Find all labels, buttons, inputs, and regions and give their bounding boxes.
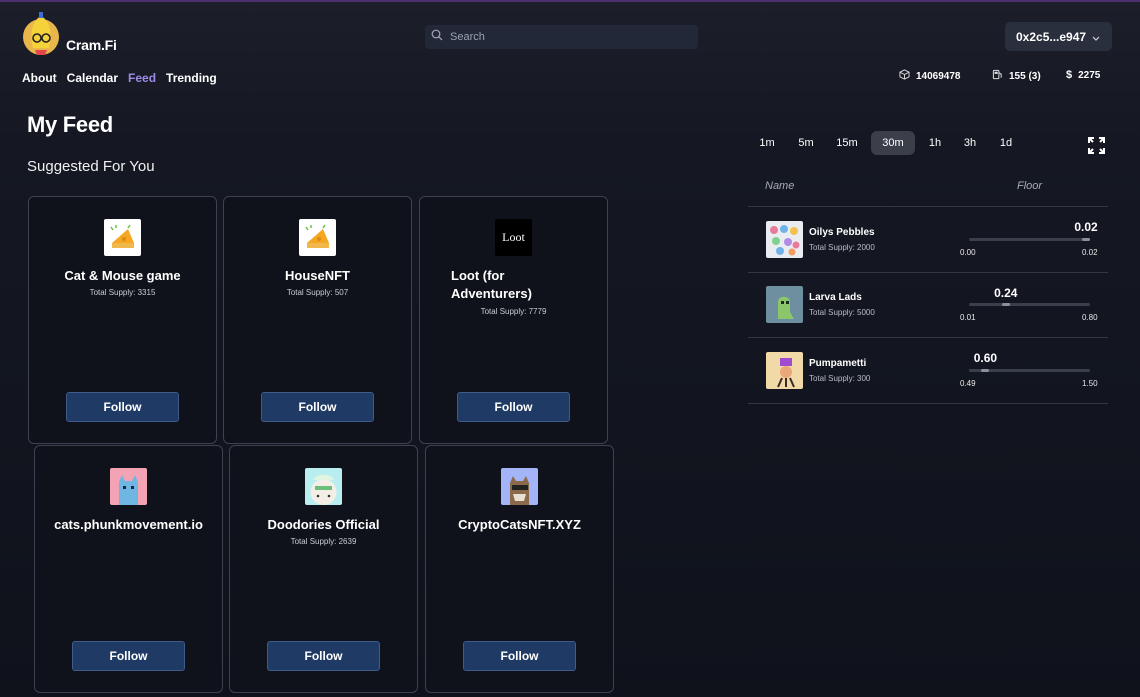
follow-button[interactable]: Follow [463,641,576,671]
collection-supply: Total Supply: 300 [809,374,871,383]
collection-card: cats.phunkmovement.io Follow [34,445,223,693]
collection-name[interactable]: Pumpametti [809,358,866,369]
brand-name[interactable]: Cram.Fi [66,37,117,53]
floor-range-marker [1082,238,1090,241]
follow-button[interactable]: Follow [457,392,570,422]
timeframe-1d[interactable]: 1d [994,131,1018,155]
eth-price: 2275 [1078,69,1101,81]
gas-price: 155 (3) [1009,70,1041,82]
floor-price: 0.60 [973,351,998,365]
search-icon [431,28,443,46]
expand-icon[interactable] [1087,136,1106,160]
collection-card: CryptoCatsNFT.XYZ Follow [425,445,614,693]
chevron-down-icon [1092,31,1100,45]
table-divider [748,403,1108,404]
blue-cat-avatar [110,468,147,505]
table-divider [748,272,1108,273]
timeframe-1m[interactable]: 1m [754,131,780,155]
collection-name: HouseNFT [285,268,350,283]
collection-name: Loot (for Adventurers) [451,268,532,301]
follow-button[interactable]: Follow [261,392,374,422]
collection-name[interactable]: Larva Lads [809,292,862,303]
dollar-icon: $ [1066,69,1073,81]
block-number: 14069478 [916,70,961,82]
larva-lads-thumbnail[interactable] [766,286,803,323]
floor-price: 0.24 [994,286,1018,300]
follow-button[interactable]: Follow [66,392,179,422]
pebbles-thumbnail[interactable] [766,221,803,258]
collection-supply: Total Supply: 7779 [480,307,547,316]
collection-card: Cat & Mouse game Total Supply: 3315 Foll… [28,196,217,444]
collection-supply: Total Supply: 2639 [290,537,357,546]
loot-logo: Loot [495,219,532,256]
floor-range-bar [969,303,1090,306]
page-title: My Feed [27,112,113,137]
range-high: 0.80 [1082,313,1098,322]
floor-range-marker [981,369,990,372]
suggested-heading: Suggested For You [27,158,155,175]
floor-range-bar [969,369,1090,372]
crypto-cat-avatar [501,468,538,505]
collection-name: cats.phunkmovement.io [54,517,203,532]
range-low: 0.49 [960,379,976,388]
doodle-avatar [305,468,342,505]
top-accent-line [0,0,1140,2]
search-box[interactable] [425,25,698,49]
range-low: 0.00 [960,248,976,257]
column-header-name: Name [765,180,795,192]
timeframe-15m[interactable]: 15m [832,131,862,155]
gas-pump-icon [992,69,1003,83]
network-stats: 14069478 155 (3) $ 2275 [0,69,1140,83]
pumpametti-thumbnail[interactable] [766,352,803,389]
block-stat: 14069478 [899,69,961,83]
table-divider [748,206,1108,207]
search-input[interactable] [450,31,690,43]
floor-range-bar [969,238,1090,241]
collection-card: Loot Loot (for Adventurers) Total Supply… [419,196,608,444]
column-header-floor: Floor [1017,180,1043,192]
loot-logo-text: Loot [502,230,525,244]
collection-name[interactable]: Oilys Pebbles [809,227,875,238]
collection-name: Doodories Official [267,517,380,532]
floor-price: 0.02 [1074,220,1098,234]
collection-supply: Total Supply: 3315 [89,288,156,297]
floor-range-marker [1001,303,1010,306]
range-high: 1.50 [1082,379,1098,388]
table-divider [748,337,1108,338]
follow-button[interactable]: Follow [267,641,380,671]
range-low: 0.01 [960,313,976,322]
eth-price-stat: $ 2275 [1066,69,1100,81]
cube-icon [899,69,910,83]
collection-card: HouseNFT Total Supply: 507 Follow [223,196,412,444]
cheese-icon [299,219,336,256]
cheese-icon [104,219,141,256]
range-high: 0.02 [1082,248,1098,257]
collection-name: CryptoCatsNFT.XYZ [458,517,581,532]
timeframe-1h[interactable]: 1h [924,131,946,155]
collection-supply: Total Supply: 2000 [809,243,875,252]
wallet-button[interactable]: 0x2c5...e947 [1005,22,1112,51]
collection-name: Cat & Mouse game [64,268,181,283]
follow-button[interactable]: Follow [72,641,185,671]
gas-stat: 155 (3) [992,69,1041,83]
collection-supply: Total Supply: 507 [286,288,349,297]
timeframe-30m[interactable]: 30m [871,131,915,155]
collection-card: Doodories Official Total Supply: 2639 Fo… [229,445,418,693]
wallet-address: 0x2c5...e947 [1016,29,1087,44]
timeframe-5m[interactable]: 5m [792,131,820,155]
collection-supply: Total Supply: 5000 [809,308,875,317]
banana-logo-icon[interactable] [21,10,61,56]
timeframe-3h[interactable]: 3h [958,131,982,155]
